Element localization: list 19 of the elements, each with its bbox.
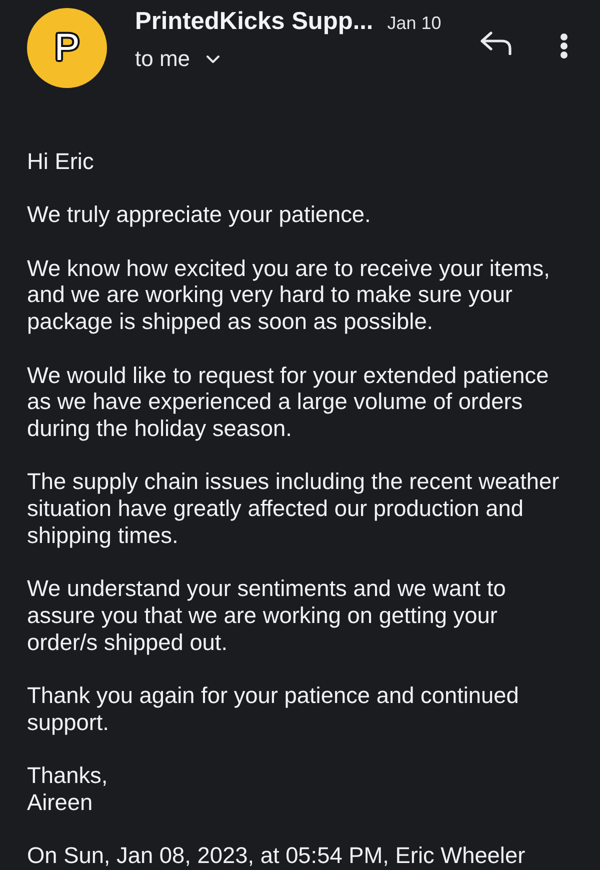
message-paragraph: We truly appreciate your patience. <box>27 201 372 228</box>
message-date: Jan 10 <box>387 13 442 34</box>
signature-name: Aireen <box>27 788 94 816</box>
message-paragraph: We would like to request for your extended patience as we have experienced a large volume of orders during the holiday season. <box>27 362 550 442</box>
message-paragraph: The supply chain issues including the recent weather situation have greatly affected our production and shipping times. <box>27 468 560 548</box>
recipient-toggle[interactable]: to me <box>135 46 220 72</box>
more-vertical-icon <box>560 33 568 59</box>
sender-name: PrintedKicks Supp... <box>135 8 374 36</box>
reply-button[interactable] <box>480 31 512 55</box>
message-paragraph: Thank you again for your patience and continued support. <box>27 682 520 736</box>
message-paragraph: We know how excited you are to receive your items, and we are working very hard to make sure your package is shipped as soon as possible. <box>27 254 551 335</box>
quoted-message-header: On Sun, Jan 08, 2023, at 05:54 PM, Eric Wheeler <box>27 842 526 869</box>
reply-icon <box>480 31 512 55</box>
more-options-button[interactable] <box>560 33 568 59</box>
message-paragraph: Hi Eric <box>27 148 95 175</box>
message-paragraph: We understand your sentiments and we want to assure you that we are working on getting your order/s shipped out. <box>27 575 507 656</box>
chevron-down-icon <box>206 54 220 64</box>
closing-text: Thanks, <box>27 762 109 789</box>
sender-avatar: P <box>27 8 107 88</box>
